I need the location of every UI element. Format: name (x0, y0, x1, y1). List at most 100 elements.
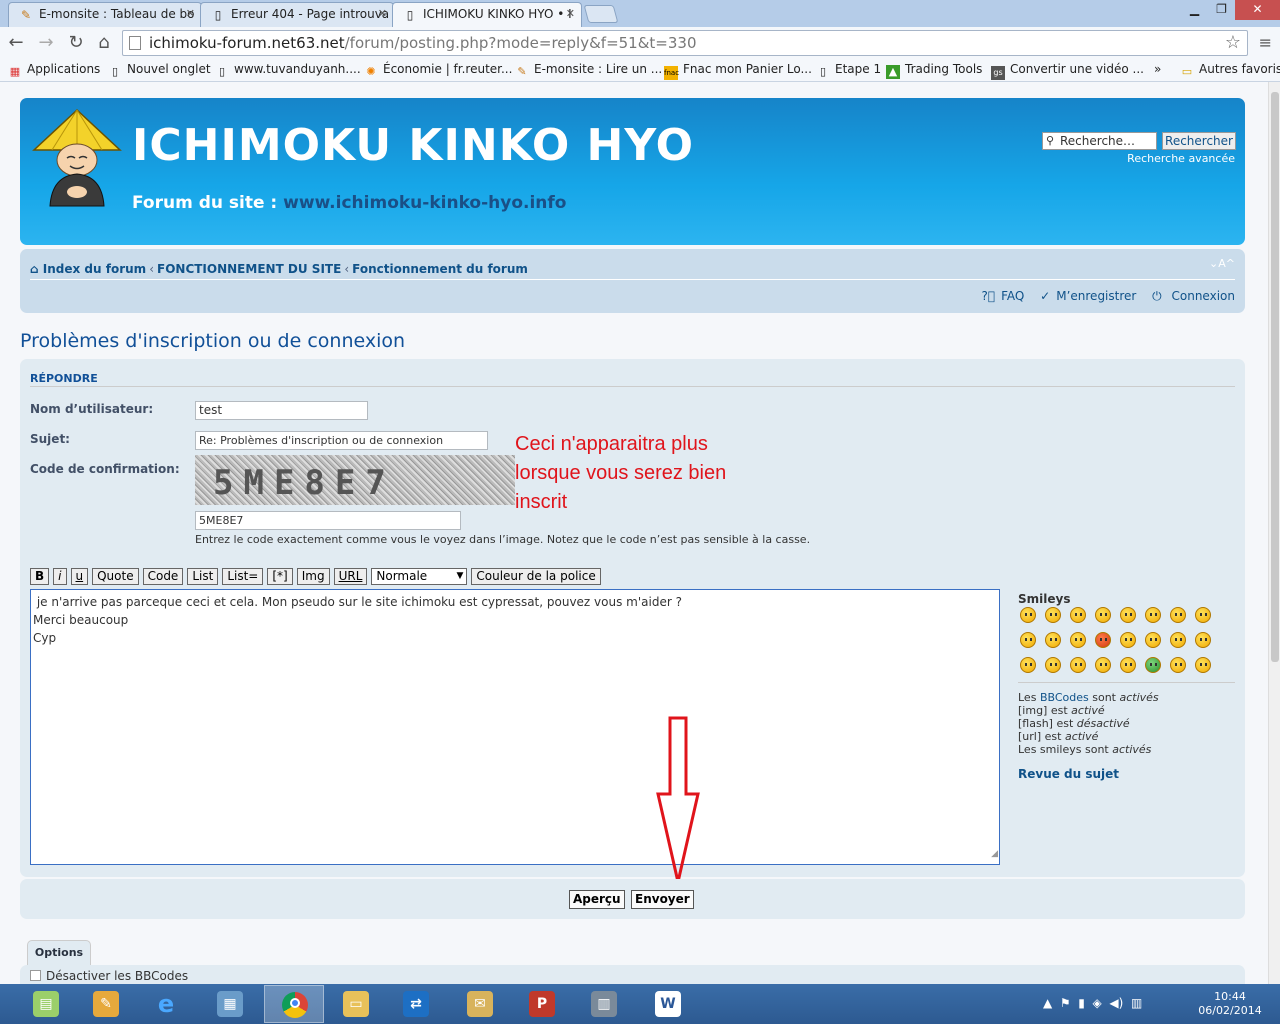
breadcrumb-index[interactable]: Index du forum (43, 262, 146, 276)
underline-button[interactable]: u (70, 568, 89, 585)
topic-review-link[interactable]: Revue du sujet (1018, 767, 1119, 781)
smiley-icon[interactable] (1045, 607, 1061, 623)
bbcodes-link[interactable]: BBCodes (1040, 691, 1089, 704)
network-icon[interactable]: ▥ (1131, 996, 1142, 1010)
taskbar-paint[interactable]: ✎ (76, 985, 136, 1023)
breadcrumb-forum[interactable]: Fonctionnement du forum (352, 262, 528, 276)
faq-link[interactable]: ?⃝ FAQ (976, 289, 1025, 303)
bookmark-tuvanduyanh[interactable]: ▯ www.tuvanduyanh.... (215, 62, 361, 79)
restore-button[interactable]: ❐ (1208, 0, 1235, 20)
smiley-icon[interactable] (1145, 657, 1161, 673)
site-desc-url[interactable]: www.ichimoku-kinko-hyo.info (283, 193, 566, 213)
forward-arrow-icon[interactable]: → (34, 31, 58, 55)
flag-icon[interactable]: ⚑ (1060, 996, 1071, 1010)
bookmark-trading-tools[interactable]: ▲ Trading Tools (886, 62, 982, 79)
bookmark-convertir[interactable]: gs Convertir une vidéo ... (991, 62, 1144, 80)
login-link[interactable]: ⏻ Connexion (1146, 289, 1235, 303)
quote-button[interactable]: Quote (92, 568, 139, 585)
address-bar[interactable]: ichimoku-forum.net63.net/forum/posting.p… (122, 30, 1248, 56)
taskbar-explorer[interactable]: ▤ (16, 985, 76, 1023)
close-icon[interactable]: ✕ (378, 7, 387, 20)
smiley-icon[interactable] (1120, 607, 1136, 623)
bookmark-fnac[interactable]: fnac Fnac mon Panier Lo... (664, 62, 812, 80)
smiley-icon[interactable] (1070, 632, 1086, 648)
register-link[interactable]: ✓ M’enregistrer (1034, 289, 1136, 303)
smiley-icon[interactable] (1170, 657, 1186, 673)
bookmark-etape1[interactable]: ▯ Etape 1 (816, 62, 881, 79)
browser-tab-ichimoku[interactable]: ▯ ICHIMOKU KINKO HYO • I ✕ (392, 2, 582, 27)
bold-button[interactable]: B (30, 568, 50, 585)
bookmark-applications[interactable]: ▦ Applications (8, 62, 101, 79)
smiley-icon[interactable] (1070, 657, 1086, 673)
resize-handle-icon[interactable]: ◢ (991, 845, 998, 863)
battery-icon[interactable]: ▮ (1078, 996, 1085, 1010)
smiley-icon[interactable] (1020, 657, 1036, 673)
smiley-icon[interactable] (1120, 632, 1136, 648)
bookmark-reuters[interactable]: ✺ Économie | fr.reuter... (364, 62, 512, 79)
taskbar-clock[interactable]: 10:44 06/02/2014 (1195, 990, 1265, 1018)
submit-button[interactable]: Envoyer (631, 890, 694, 909)
close-icon[interactable]: ✕ (566, 7, 575, 20)
disable-bbcode-checkbox[interactable] (30, 970, 41, 981)
img-button[interactable]: Img (296, 568, 330, 585)
font-size-select[interactable]: Normale ▼ (371, 568, 468, 585)
smiley-icon[interactable] (1020, 632, 1036, 648)
smiley-icon[interactable] (1145, 607, 1161, 623)
message-textarea[interactable]: je n'arrive pas parceque ceci et cela. M… (30, 589, 1000, 865)
home-icon[interactable]: ⌂ (92, 31, 116, 55)
taskbar-powerpoint[interactable]: P (512, 985, 572, 1023)
dropbox-icon[interactable]: ◈ (1093, 996, 1102, 1010)
list-item-button[interactable]: [*] (267, 568, 293, 585)
bookmark-star-icon[interactable]: ☆ (1225, 31, 1241, 55)
smiley-icon[interactable] (1195, 607, 1211, 623)
taskbar-internet-explorer[interactable]: e (136, 985, 196, 1023)
browser-tab-404[interactable]: ▯ Erreur 404 - Page introuva ✕ (200, 2, 394, 27)
taskbar-word[interactable]: W (638, 985, 698, 1023)
tray-expand-icon[interactable]: ▲ (1043, 996, 1052, 1010)
taskbar-server[interactable]: ▥ (574, 985, 634, 1023)
taskbar-teamviewer[interactable]: ⇄ (386, 985, 446, 1023)
taskbar-chrome[interactable] (264, 985, 324, 1023)
bookmark-emonsite[interactable]: ✎ E-monsite : Lire un ... (515, 62, 662, 79)
captcha-field[interactable]: 5ME8E7 (195, 511, 461, 530)
font-size-control[interactable]: ⌄A^ (1209, 257, 1235, 270)
smiley-icon[interactable] (1070, 607, 1086, 623)
list-button[interactable]: List (187, 568, 219, 585)
advanced-search-link[interactable]: Recherche avancée (1127, 152, 1235, 165)
preview-button[interactable]: Aperçu (569, 890, 625, 909)
smiley-icon[interactable] (1170, 607, 1186, 623)
bookmarks-overflow[interactable]: » (1154, 62, 1161, 76)
taskbar-file-explorer[interactable]: ▭ (326, 985, 386, 1023)
subject-field[interactable]: Re: Problèmes d'inscription ou de connex… (195, 431, 488, 450)
smiley-icon[interactable] (1095, 632, 1111, 648)
breadcrumb-category[interactable]: FONCTIONNEMENT DU SITE (157, 262, 341, 276)
ordered-list-button[interactable]: List= (222, 568, 264, 585)
smiley-icon[interactable] (1145, 632, 1161, 648)
smiley-icon[interactable] (1120, 657, 1136, 673)
minimize-button[interactable]: ▁ (1181, 0, 1208, 20)
chrome-menu-icon[interactable]: ≡ (1259, 33, 1272, 52)
search-input[interactable]: ⚲ Recherche… (1042, 132, 1157, 150)
smiley-icon[interactable] (1195, 632, 1211, 648)
smiley-icon[interactable] (1195, 657, 1211, 673)
back-arrow-icon[interactable]: ← (4, 31, 28, 55)
close-window-button[interactable]: ✕ (1235, 0, 1280, 20)
smiley-icon[interactable] (1095, 607, 1111, 623)
close-icon[interactable]: ✕ (186, 7, 195, 20)
smiley-icon[interactable] (1045, 657, 1061, 673)
page-title[interactable]: Problèmes d'inscription ou de connexion (20, 330, 405, 352)
tab-options[interactable]: Options (27, 940, 91, 966)
smiley-icon[interactable] (1095, 657, 1111, 673)
font-color-button[interactable]: Couleur de la police (471, 568, 601, 585)
site-title[interactable]: ICHIMOKU KINKO HYO (132, 120, 694, 171)
page-scrollbar[interactable] (1268, 82, 1280, 984)
search-button[interactable]: Rechercher (1162, 132, 1236, 150)
taskbar-control-panel[interactable]: ▦ (200, 985, 260, 1023)
smiley-icon[interactable] (1045, 632, 1061, 648)
bookmark-nouvel-onglet[interactable]: ▯ Nouvel onglet (108, 62, 211, 79)
volume-icon[interactable]: ◀) (1109, 996, 1123, 1010)
italic-button[interactable]: i (53, 568, 67, 585)
disable-bbcode-option[interactable]: Désactiver les BBCodes (30, 969, 188, 983)
scrollbar-thumb[interactable] (1271, 92, 1279, 662)
new-tab-button[interactable] (583, 5, 619, 23)
